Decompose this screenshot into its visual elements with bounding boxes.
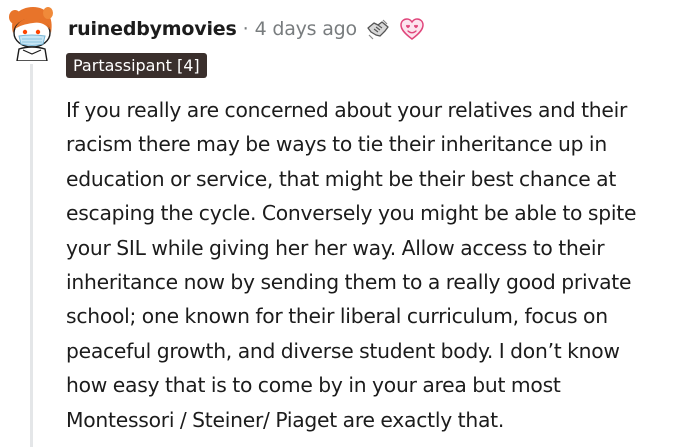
comment-text-line: If you really are concerned about your r… [66,98,628,122]
comment-text-line: your SIL while giving her her way. Allow… [66,235,605,260]
handshake-award-icon[interactable] [365,16,391,42]
user-avatar[interactable] [5,3,57,62]
user-flair-badge: Partassipant [4] [66,53,207,78]
meta-separator: · [242,18,249,40]
comment-text-line: Montessori / Steiner/ Piaget are exactly… [66,407,505,432]
comment-text-line: peaceful growth, and diverse student bod… [66,338,620,363]
snoo-avatar-icon [9,7,53,62]
comment-text-line: racism there may be ways to tie their in… [66,132,607,157]
comment-body: If you really are concerned about your r… [66,93,696,437]
comment-text-line: escaping the cycle. Conversely you might… [66,201,637,226]
comment-thread-line[interactable] [30,64,33,447]
heart-eyes-award-icon[interactable] [399,16,425,42]
comment-text-line: education or service, that might be thei… [66,166,617,191]
comment-header: ruinedbymovies · 4 days ago [68,14,425,44]
comment-text-line: how easy that is to come by in your area… [66,373,561,398]
comment-author[interactable]: ruinedbymovies [68,18,237,40]
comment-text-line: school; one known for their liberal curr… [66,304,608,329]
comment-text-line: inheritance now by sending them to a rea… [66,270,632,295]
comment-timestamp[interactable]: 4 days ago [255,18,358,40]
